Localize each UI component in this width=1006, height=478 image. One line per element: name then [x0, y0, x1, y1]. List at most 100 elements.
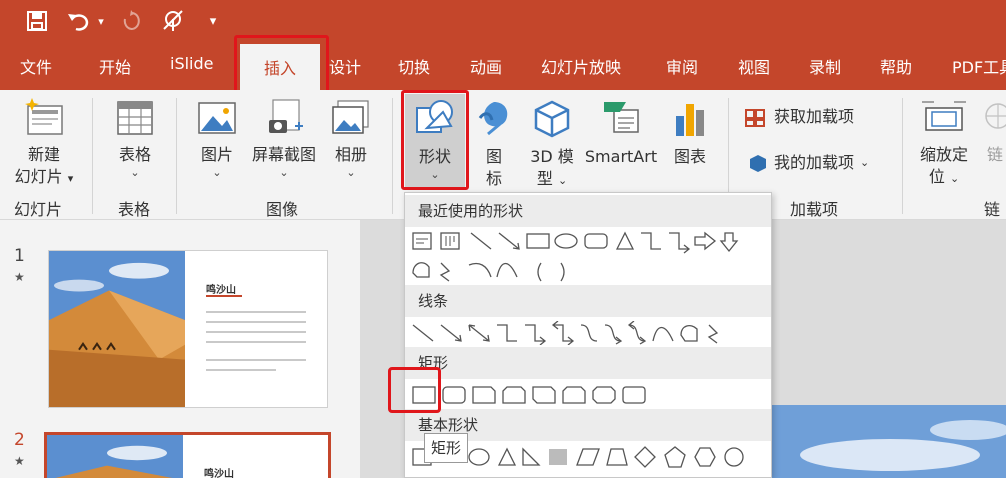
link-label: 链: [986, 145, 1003, 164]
photo-album-icon: [332, 100, 369, 134]
slide-title: 鸣沙山: [206, 285, 236, 296]
store-icon: [745, 109, 765, 127]
undo-dropdown-icon[interactable]: ▾: [94, 6, 108, 36]
tab-home[interactable]: 开始: [99, 54, 131, 80]
smartart-icon: [604, 102, 639, 133]
lines-row[interactable]: [409, 321, 749, 345]
group-label-images: 图像: [266, 200, 299, 219]
tab-islide[interactable]: iSlide: [170, 54, 214, 80]
cube-icon: [534, 100, 570, 138]
chevron-down-icon: ⌄: [279, 166, 289, 179]
tab-view[interactable]: 视图: [738, 54, 770, 80]
my-addins-button[interactable]: 我的加载项 ⌄: [748, 152, 888, 174]
oval-shape: [554, 233, 578, 249]
right-arrow-shape: [694, 231, 717, 251]
new-slide-icon: [25, 98, 63, 135]
zoom-icon: [922, 101, 966, 131]
separator: [176, 98, 177, 214]
3d-models-label-1: 3D 模: [530, 147, 574, 166]
tab-transitions[interactable]: 切换: [398, 54, 430, 80]
slide-thumbnail[interactable]: 鸣沙山: [48, 250, 328, 408]
zoom-button[interactable]: 缩放定 位 ⌄: [912, 98, 976, 190]
arc-shape: [468, 262, 492, 278]
tab-help[interactable]: 帮助: [880, 54, 912, 80]
screenshot-icon: [269, 99, 303, 133]
screenshot-label: 屏幕截图: [251, 145, 316, 164]
repeat-icon[interactable]: [118, 6, 144, 36]
recent-shapes-row[interactable]: [409, 229, 749, 285]
picture-label: 图片: [200, 145, 233, 164]
icons-label-1: 图: [485, 147, 502, 166]
shape-tooltip: 矩形: [424, 433, 469, 463]
separator: [902, 98, 903, 214]
get-addins-label: 获取加载项: [774, 107, 855, 126]
tab-review[interactable]: 审阅: [666, 54, 698, 80]
chart-label: 图表: [673, 147, 706, 166]
rounded-rect-shape: [584, 233, 608, 249]
text-line: [206, 331, 306, 333]
screenshot-button[interactable]: 屏幕截图 ⌄: [248, 98, 320, 180]
get-addins-button[interactable]: 获取加载项: [744, 106, 874, 128]
rectangles-row[interactable]: [409, 383, 749, 407]
globe-icon: [985, 103, 1006, 129]
chevron-down-icon: ⌄: [212, 166, 222, 179]
text-line: [206, 321, 306, 323]
new-slide-label-1: 新建: [27, 145, 60, 164]
tab-slideshow[interactable]: 幻灯片放映: [541, 54, 621, 80]
icons-icon: [478, 102, 508, 136]
album-label: 相册: [334, 145, 367, 164]
chevron-down-icon: ⌄: [860, 156, 870, 169]
tab-animations[interactable]: 动画: [470, 54, 502, 80]
zoom-label-2: 位 ⌄: [928, 167, 960, 186]
line-shape: [470, 232, 492, 250]
slide-title: 鸣沙山: [204, 469, 234, 478]
elbow-arrow-shape: [669, 232, 691, 254]
3d-models-button[interactable]: 3D 模 型 ⌄: [522, 98, 582, 192]
slide-sky-image: [770, 405, 1006, 478]
scribble-shape: [439, 262, 451, 282]
3d-models-label-2: 型 ⌄: [536, 169, 568, 188]
triangle-shape: [615, 231, 635, 250]
chart-button[interactable]: 图表: [664, 98, 716, 168]
icons-label-2: 标: [485, 169, 502, 188]
chevron-down-icon: ⌄: [130, 166, 140, 179]
tab-design[interactable]: 设计: [329, 54, 361, 80]
text-line: [206, 359, 306, 361]
section-lines: 线条: [405, 285, 771, 317]
table-button[interactable]: 表格 ⌄: [104, 98, 166, 180]
group-label-tables: 表格: [118, 200, 151, 219]
link-button[interactable]: 链: [980, 98, 1006, 166]
new-slide-label-2: 幻灯片 ▾: [14, 167, 74, 186]
zoom-label-1: 缩放定: [919, 145, 968, 164]
title-underline: [206, 295, 242, 297]
text-line: [206, 369, 276, 371]
save-icon[interactable]: [22, 6, 52, 36]
customize-dropdown-icon[interactable]: ▾: [204, 6, 222, 36]
picture-button[interactable]: 图片 ⌄: [190, 98, 244, 180]
touch-mode-icon[interactable]: [158, 6, 192, 36]
tab-file[interactable]: 文件: [20, 54, 52, 80]
section-recent-shapes: 最近使用的形状: [405, 195, 771, 227]
section-rectangles: 矩形: [405, 347, 771, 379]
icons-button[interactable]: 图 标: [472, 98, 516, 190]
photo-album-button[interactable]: 相册 ⌄: [326, 98, 376, 180]
curve-shape: [496, 262, 518, 278]
ribbon-tabs: 文件 开始 iSlide 插入 设计 切换 动画 幻灯片放映 审阅 视图 录制 …: [0, 44, 1006, 90]
tab-record[interactable]: 录制: [809, 54, 841, 80]
insert-tab-highlight: [234, 35, 329, 97]
chevron-down-icon: ⌄: [346, 166, 356, 179]
animation-star-icon: ★: [14, 270, 25, 284]
separator: [392, 98, 393, 214]
smartart-button[interactable]: SmartArt: [584, 98, 658, 168]
undo-icon[interactable]: [62, 6, 94, 36]
left-bracket-shape: [537, 262, 542, 282]
new-slide-button[interactable]: 新建 幻灯片 ▾: [8, 98, 80, 190]
separator: [92, 98, 93, 214]
elbow-connector-shape: [641, 232, 661, 250]
desert-photo: [49, 251, 185, 407]
slide-thumbnail-selected[interactable]: 鸣沙山: [44, 432, 331, 478]
right-bracket-shape: [560, 262, 565, 282]
table-icon: [117, 101, 153, 135]
tab-pdf-tools[interactable]: PDF工具: [952, 54, 1006, 80]
powerpoint-window: ▾ ▾ 文件 开始 iSlide 插入 设计 切换 动画 幻灯片放映 审阅 视图…: [0, 0, 1006, 478]
